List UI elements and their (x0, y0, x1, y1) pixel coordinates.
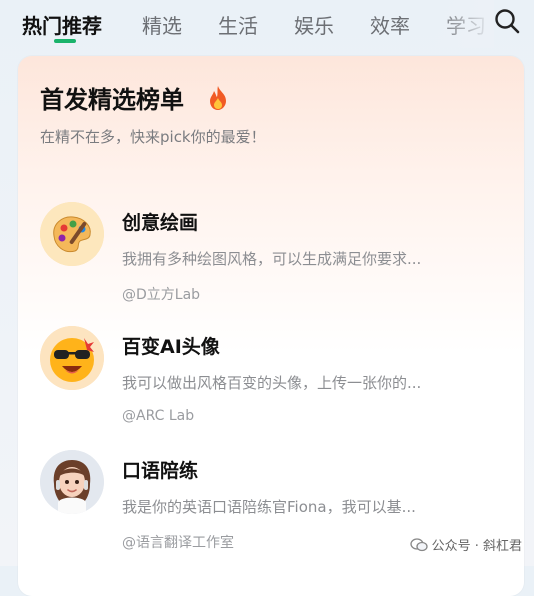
tab-fade-overlay (434, 0, 494, 48)
avatar (40, 326, 104, 390)
item-author: @ARC Lab (122, 408, 195, 424)
item-description: 我可以做出风格百变的头像，上传一张你的... (122, 374, 422, 392)
active-tab-indicator (54, 39, 76, 43)
palette-icon (40, 202, 104, 266)
list-item-ai-avatar[interactable]: 百变AI头像 我可以做出风格百变的头像，上传一张你的... @ARC Lab (18, 326, 524, 444)
item-title: 口语陪练 (122, 460, 199, 482)
category-tab-bar: 热门推荐 精选 生活 娱乐 效率 学习 (0, 0, 534, 52)
tab-hot-recommend[interactable]: 热门推荐 (22, 10, 102, 39)
avatar (40, 450, 104, 514)
girl-avatar-icon (40, 450, 104, 514)
wechat-icon (409, 537, 428, 551)
fire-icon (210, 86, 226, 110)
item-author: @语言翻译工作室 (122, 535, 234, 551)
card-title: 首发精选榜单 (40, 86, 184, 114)
item-description: 我是你的英语口语陪练官Fiona，我可以基... (122, 498, 416, 516)
featured-list-card: 首发精选榜单 在精不在多，快来pick你的最爱！ 创意绘画 我拥有多种绘图风格，… (18, 56, 524, 596)
search-button[interactable] (492, 6, 522, 36)
tab-efficiency[interactable]: 效率 (370, 10, 410, 39)
item-description: 我拥有多种绘图风格，可以生成满足你要求... (122, 250, 422, 268)
item-author: @D立方Lab (122, 287, 201, 303)
search-icon (495, 9, 520, 34)
avatar (40, 202, 104, 266)
tab-life[interactable]: 生活 (218, 10, 258, 39)
watermark-text: 公众号 · 斜杠君 (431, 539, 522, 554)
cool-emoji-icon (40, 326, 104, 390)
tab-entertainment[interactable]: 娱乐 (294, 10, 334, 39)
item-title: 百变AI头像 (122, 336, 220, 358)
item-title: 创意绘画 (122, 212, 199, 234)
tab-featured[interactable]: 精选 (142, 10, 182, 39)
watermark: 公众号 · 斜杠君 (409, 535, 522, 554)
list-item-creative-painting[interactable]: 创意绘画 我拥有多种绘图风格，可以生成满足你要求... @D立方Lab (18, 202, 524, 320)
card-subtitle: 在精不在多，快来pick你的最爱！ (40, 128, 266, 146)
